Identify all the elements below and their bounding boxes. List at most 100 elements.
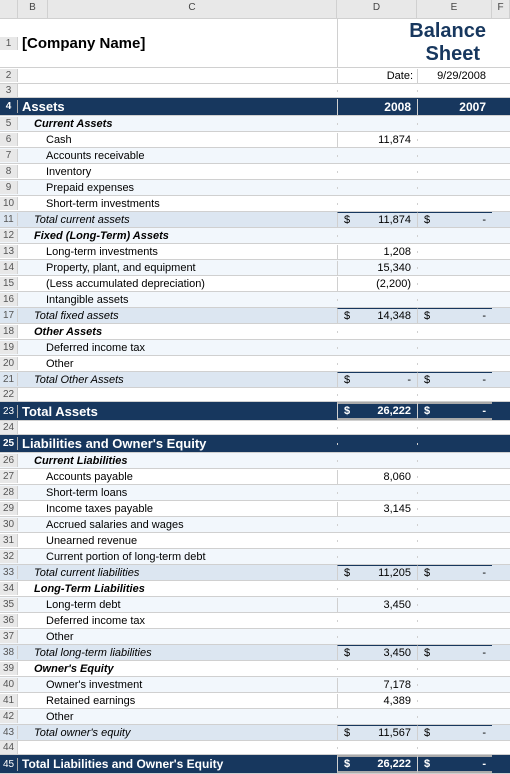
row-4-assets-header: 4 Assets 2008 2007	[0, 98, 510, 116]
row-33: 33 Total current liabilities $ 11,205 $ …	[0, 565, 510, 581]
row-18: 18 Other Assets	[0, 324, 510, 340]
row-19: 19 Deferred income tax	[0, 340, 510, 356]
less-depr-2008: (2,200)	[337, 277, 417, 291]
row-6: 6 Cash 11,874	[0, 132, 510, 148]
row-20: 20 Other	[0, 356, 510, 372]
ppe-2008: 15,340	[337, 261, 417, 275]
total-ltl-2007-dollar: $	[424, 647, 430, 659]
total-assets-2007: -	[482, 405, 486, 417]
total-current-2007-dollar: $	[424, 214, 430, 226]
row-11: 11 Total current assets $ 11,874 $ -	[0, 212, 510, 228]
cash-label: Cash	[18, 133, 337, 147]
owners-inv-label: Owner's investment	[18, 678, 337, 692]
total-cl-2007-dollar: $	[424, 567, 430, 579]
deferred-tax2-label: Deferred income tax	[18, 614, 337, 628]
row-27: 27 Accounts payable 8,060	[0, 469, 510, 485]
ppe-label: Property, plant, and equipment	[18, 261, 337, 275]
date-value: 9/29/2008	[417, 69, 492, 83]
lt-liabilities-label: Long-Term Liabilities	[18, 582, 337, 596]
stinv-label: Short-term investments	[18, 197, 337, 211]
row-2: 2 Date: 9/29/2008	[0, 68, 510, 84]
row-7: 7 Accounts receivable	[0, 148, 510, 164]
row-25-liabilities-header: 25 Liabilities and Owner's Equity	[0, 435, 510, 453]
current-liabilities-label: Current Liabilities	[18, 454, 337, 468]
date-label: Date:	[337, 69, 417, 83]
total-assets-label: Total Assets	[18, 403, 337, 420]
total-cl-2007: -	[482, 567, 486, 579]
total-current-2007: -	[482, 214, 486, 226]
row-41: 41 Retained earnings 4,389	[0, 693, 510, 709]
total-oe-2007: -	[482, 727, 486, 739]
row-32: 32 Current portion of long-term debt	[0, 549, 510, 565]
row-34: 34 Long-Term Liabilities	[0, 581, 510, 597]
total-cl-dollar: $	[344, 567, 350, 579]
total-liab-dollar: $	[344, 758, 350, 770]
year1-header: 2008	[337, 99, 417, 115]
income-tax-2008: 3,145	[337, 502, 417, 516]
row-9: 9 Prepaid expenses	[0, 180, 510, 196]
total-liab-2007-dollar: $	[424, 758, 430, 770]
row-28: 28 Short-term loans	[0, 485, 510, 501]
corner-cell	[0, 0, 18, 18]
row-30: 30 Accrued salaries and wages	[0, 517, 510, 533]
col-c-header: C	[48, 0, 337, 18]
total-other-2007-dollar: $	[424, 374, 430, 386]
total-liab-label: Total Liabilities and Owner's Equity	[18, 756, 337, 772]
total-assets-2008: 26,222	[377, 405, 411, 417]
row-43: 43 Total owner's equity $ 11,567 $ -	[0, 725, 510, 741]
row-13: 13 Long-term investments 1,208	[0, 244, 510, 260]
total-current-2008: 11,874	[378, 214, 411, 226]
fixed-assets-label: Fixed (Long-Term) Assets	[18, 229, 337, 243]
stloans-label: Short-term loans	[18, 486, 337, 500]
row-24: 24	[0, 421, 510, 435]
unearned-label: Unearned revenue	[18, 534, 337, 548]
row-44: 44	[0, 741, 510, 755]
retained-label: Retained earnings	[18, 694, 337, 708]
total-cl-2008: 11,205	[378, 567, 411, 579]
ap-label: Accounts payable	[18, 470, 337, 484]
income-tax-label: Income taxes payable	[18, 502, 337, 516]
deferred-tax-label: Deferred income tax	[18, 341, 337, 355]
total-fixed-2007: -	[482, 310, 486, 322]
total-other-2008: -	[407, 374, 411, 386]
col-e-header: E	[417, 0, 492, 18]
row-31: 31 Unearned revenue	[0, 533, 510, 549]
row-22: 22	[0, 388, 510, 402]
ltd-label: Long-term debt	[18, 598, 337, 612]
other-oe-label: Other	[18, 710, 337, 724]
row-29: 29 Income taxes payable 3,145	[0, 501, 510, 517]
total-fixed-dollar: $	[344, 310, 350, 322]
year2-header: 2007	[417, 99, 492, 115]
row-40: 40 Owner's investment 7,178	[0, 677, 510, 693]
col-d-header: D	[337, 0, 417, 18]
row-38: 38 Total long-term liabilities $ 3,450 $…	[0, 645, 510, 661]
total-oe-label: Total owner's equity	[18, 726, 337, 740]
ltinv-2008: 1,208	[337, 245, 417, 259]
other-assets-label: Other Assets	[18, 325, 337, 339]
row-37: 37 Other	[0, 629, 510, 645]
accrued-label: Accrued salaries and wages	[18, 518, 337, 532]
row-12: 12 Fixed (Long-Term) Assets	[0, 228, 510, 244]
total-oe-2007-dollar: $	[424, 727, 430, 739]
row-39: 39 Owner's Equity	[0, 661, 510, 677]
col-f-header: F	[492, 0, 510, 18]
other-lt-label: Other	[18, 630, 337, 644]
total-cl-label: Total current liabilities	[18, 566, 337, 580]
ar-label: Accounts receivable	[18, 149, 337, 163]
total-other-dollar: $	[344, 374, 350, 386]
row-14: 14 Property, plant, and equipment 15,340	[0, 260, 510, 276]
total-assets-2007-dollar: $	[424, 405, 430, 417]
total-current-dollar: $	[344, 214, 350, 226]
total-fixed-2008: 14,348	[377, 310, 411, 322]
total-ltl-2008: 3,450	[383, 647, 411, 659]
total-other-2007: -	[482, 374, 486, 386]
owners-equity-label: Owner's Equity	[18, 662, 337, 676]
current-ltd-label: Current portion of long-term debt	[18, 550, 337, 564]
balance-sheet-title: Balance Sheet	[409, 20, 486, 65]
total-current-label: Total current assets	[18, 213, 337, 227]
spreadsheet: B C D E F 1 [Company Name] Balance Sheet…	[0, 0, 510, 774]
retained-2008: 4,389	[337, 694, 417, 708]
cash-2008: 11,874	[337, 133, 417, 147]
current-assets-label: Current Assets	[18, 117, 337, 131]
ltd-2008: 3,450	[337, 598, 417, 612]
